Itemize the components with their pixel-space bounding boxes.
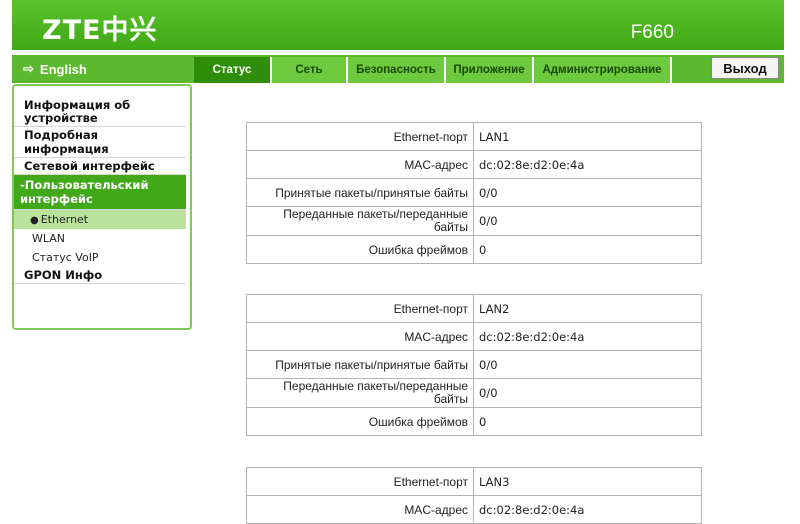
arrow-right-icon: ⇨	[23, 61, 34, 76]
sidebar-subitem-ethernet[interactable]: ● Ethernet	[14, 210, 186, 229]
sidebar: Информация об устройстве Подробная инфор…	[12, 84, 192, 330]
tx-value: 0/0	[473, 206, 702, 236]
table-row: Переданные пакеты/переданные байты 0/0	[246, 378, 702, 408]
table-row: Принятые пакеты/принятые байты 0/0	[246, 178, 702, 207]
table-row: Ошибка фреймов 0	[246, 407, 702, 436]
mac-value: dc:02:8e:d2:0e:4a	[473, 150, 702, 179]
sidebar-subitem-label: Ethernet	[40, 213, 89, 226]
tab-network[interactable]: Сеть	[272, 57, 348, 83]
port-table: Ethernet-порт LAN3 MAC-адрес dc:02:8e:d2…	[246, 467, 702, 524]
sidebar-item-user-interface[interactable]: -Пользовательский интерфейс	[14, 175, 186, 210]
port-table: Ethernet-порт LAN2 MAC-адрес dc:02:8e:d2…	[246, 294, 702, 436]
port-value: LAN3	[473, 467, 702, 496]
tab-application[interactable]: Приложение	[446, 57, 534, 83]
table-row: Принятые пакеты/принятые байты 0/0	[246, 350, 702, 379]
table-row: Ошибка фреймов 0	[246, 235, 702, 264]
sidebar-subitem-wlan[interactable]: WLAN	[14, 229, 186, 248]
tx-label: Переданные пакеты/переданные байты	[246, 206, 474, 236]
frame-error-label: Ошибка фреймов	[246, 407, 474, 436]
port-table: Ethernet-порт LAN1 MAC-адрес dc:02:8e:d2…	[246, 122, 702, 264]
table-row: MAC-адрес dc:02:8e:d2:0e:4a	[246, 150, 702, 179]
mac-label: MAC-адрес	[246, 150, 474, 179]
tab-security[interactable]: Безопасность	[348, 57, 446, 83]
bullet-icon: ●	[30, 215, 39, 226]
table-row: Ethernet-порт LAN3	[246, 467, 702, 496]
mac-value: dc:02:8e:d2:0e:4a	[473, 322, 702, 351]
port-value: LAN2	[473, 294, 702, 323]
mac-label: MAC-адрес	[246, 322, 474, 351]
nav-bar: ⇨ English Статус Сеть Безопасность Прило…	[12, 55, 784, 83]
rx-label: Принятые пакеты/принятые байты	[246, 350, 474, 379]
rx-value: 0/0	[473, 178, 702, 207]
mac-value: dc:02:8e:d2:0e:4a	[473, 495, 702, 524]
device-model: F660	[630, 22, 674, 43]
main-tabs: Статус Сеть Безопасность Приложение Адми…	[194, 57, 672, 83]
table-row: Ethernet-порт LAN1	[246, 122, 702, 151]
frame-error-value: 0	[473, 407, 702, 436]
sidebar-item-device-info[interactable]: Информация об устройстве	[14, 98, 186, 127]
table-row: Переданные пакеты/переданные байты 0/0	[246, 206, 702, 236]
language-label: English	[39, 61, 87, 77]
tab-administration[interactable]: Администрирование	[534, 57, 672, 83]
frame-error-value: 0	[473, 235, 702, 264]
zte-logo: ZTE中兴	[42, 15, 158, 46]
port-label: Ethernet-порт	[246, 467, 474, 496]
frame-error-label: Ошибка фреймов	[246, 235, 474, 264]
table-row: MAC-адрес dc:02:8e:d2:0e:4a	[246, 322, 702, 351]
rx-value: 0/0	[473, 350, 702, 379]
port-value: LAN1	[473, 122, 702, 151]
table-row: Ethernet-порт LAN2	[246, 294, 702, 323]
tab-status[interactable]: Статус	[194, 57, 272, 83]
logout-button[interactable]: Выход	[711, 57, 779, 79]
sidebar-item-network-interface[interactable]: Сетевой интерфейс	[14, 158, 186, 175]
tx-label: Переданные пакеты/переданные байты	[246, 378, 474, 408]
language-switch[interactable]: ⇨ English	[15, 55, 189, 83]
mac-label: MAC-адрес	[246, 495, 474, 524]
port-label: Ethernet-порт	[246, 294, 474, 323]
sidebar-subitem-voip-status[interactable]: Статус VoIP	[14, 248, 186, 267]
port-label: Ethernet-порт	[246, 122, 474, 151]
sidebar-item-gpon-info[interactable]: GPON Инфо	[14, 267, 186, 284]
header-banner: ZTE中兴 F660	[12, 0, 784, 50]
table-row: MAC-адрес dc:02:8e:d2:0e:4a	[246, 495, 702, 524]
rx-label: Принятые пакеты/принятые байты	[246, 178, 474, 207]
tx-value: 0/0	[473, 378, 702, 408]
sidebar-item-detailed-info[interactable]: Подробная информация	[14, 127, 186, 158]
